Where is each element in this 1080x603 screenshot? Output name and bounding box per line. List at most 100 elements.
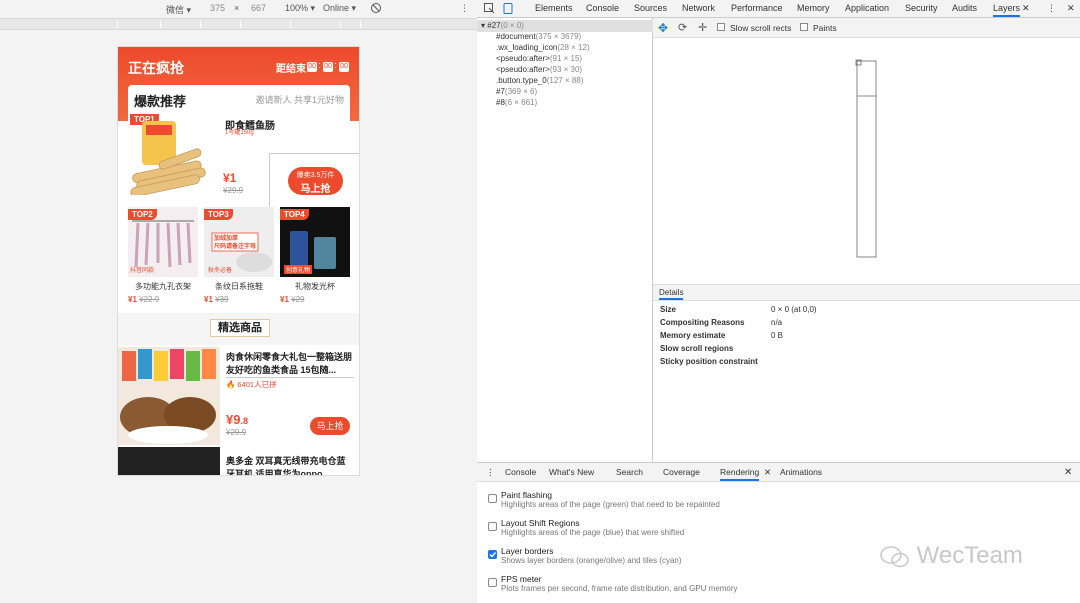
tree-node-size: (375 × 3679): [535, 32, 582, 41]
devtools-menu-icon[interactable]: ⋮: [1047, 3, 1056, 14]
tab-audits[interactable]: Audits: [952, 3, 977, 13]
option-description: Highlights areas of the page (green) tha…: [501, 500, 720, 509]
countdown-colon: :: [318, 60, 321, 70]
top2-badge: 抖音同款: [130, 268, 155, 274]
drawer-tab-whats-new[interactable]: What's New: [549, 467, 594, 477]
item-title[interactable]: 奥多金 双耳真无线带充电仓蓝牙耳机 适用真华为oppo...: [226, 455, 354, 475]
phone-screen: 正在疯抢 距结束 00 : 00 : 00 爆款推荐 邀请新人 共享1元好物 T…: [117, 46, 360, 476]
detail-key: Size: [660, 305, 677, 314]
tree-node-name: ▾ #27: [481, 21, 501, 30]
top2-old-price: ¥22.9: [139, 295, 160, 304]
tree-node[interactable]: ▾ #27(0 × 0): [481, 21, 524, 30]
detail-value: 0 × 0 (at 0,0): [771, 305, 817, 314]
drawer-close-icon[interactable]: ✕: [1064, 467, 1072, 478]
tab-memory[interactable]: Memory: [797, 3, 830, 13]
drawer-tab-coverage[interactable]: Coverage: [663, 467, 700, 477]
close-icon[interactable]: ✕: [1022, 3, 1030, 14]
layers-toolbar: ✥ ⟳ ✛ Slow scroll rects Paints: [653, 18, 1080, 38]
layer-border-line: [226, 377, 354, 378]
top1-grab-button[interactable]: 爆卖3.5万件 马上抢: [288, 167, 343, 195]
tree-node[interactable]: #7(369 × 6): [496, 87, 537, 96]
countdown-hours: 00: [307, 62, 317, 72]
layer-borders-checkbox[interactable]: [488, 550, 497, 559]
fps-meter-checkbox[interactable]: [488, 578, 497, 587]
detail-value: 0 B: [771, 331, 784, 340]
snack-pack-image[interactable]: [118, 347, 220, 445]
dimension-separator: ×: [234, 3, 240, 13]
tab-security[interactable]: Security: [905, 3, 938, 13]
group-buy-count: 🔥 6401人已拼: [226, 380, 277, 389]
top4-tag: TOP4: [280, 209, 309, 220]
tab-console[interactable]: Console: [586, 3, 619, 13]
drawer-tab-animations[interactable]: Animations: [780, 467, 822, 477]
earbuds-image[interactable]: [118, 447, 220, 475]
item-grab-button[interactable]: 马上抢: [310, 417, 350, 435]
watermark: WecTeam: [880, 542, 1023, 570]
drawer-menu-icon[interactable]: ⋮: [486, 467, 495, 478]
tree-node[interactable]: #8(6 × 661): [496, 98, 537, 107]
tree-node-name: .button.type_0: [496, 76, 547, 85]
media-query-ruler[interactable]: [0, 18, 477, 30]
detail-key: Memory estimate: [660, 331, 726, 340]
device-select[interactable]: 微信 ▾: [166, 3, 191, 16]
top2-price-row: ¥1 ¥22.9: [128, 295, 159, 304]
paints-label: Paints: [813, 23, 837, 33]
reset-transform-icon[interactable]: ✛: [698, 21, 707, 34]
paints-checkbox[interactable]: [800, 23, 808, 31]
close-icon[interactable]: ✕: [764, 467, 771, 478]
drawer-tab-search[interactable]: Search: [616, 467, 643, 477]
tab-elements[interactable]: Elements: [535, 3, 573, 13]
top3-name[interactable]: 条纹日系拖鞋: [201, 281, 277, 292]
device-height-input[interactable]: 667: [251, 3, 266, 13]
top1-price: ¥1: [223, 171, 237, 185]
tree-node-name: .wx_loading_icon: [496, 43, 558, 52]
tab-details[interactable]: Details: [659, 288, 684, 300]
top2-tag: TOP2: [128, 209, 157, 220]
sausage-image[interactable]: [128, 117, 210, 197]
top2-name[interactable]: 多功能九孔衣架: [125, 281, 201, 292]
devtools-close-icon[interactable]: ✕: [1067, 3, 1075, 14]
tab-performance[interactable]: Performance: [731, 3, 783, 13]
device-toolbar: 微信 ▾ 375 × 667 100% ▾ Online ▾ ⋮: [0, 0, 477, 18]
countdown-seconds: 00: [339, 62, 349, 72]
device-width-input[interactable]: 375: [210, 3, 225, 13]
tree-node[interactable]: <pseudo:after>(91 × 15): [496, 54, 582, 63]
tab-sources[interactable]: Sources: [634, 3, 667, 13]
item-price-row: ¥9.8: [226, 412, 248, 427]
layout-shift-checkbox[interactable]: [488, 522, 497, 531]
paint-flashing-checkbox[interactable]: [488, 494, 497, 503]
slow-scroll-checkbox[interactable]: [717, 23, 725, 31]
top4-name[interactable]: 礼物发光杯: [277, 281, 353, 292]
tree-node-size: (0 × 0): [500, 21, 524, 30]
tab-layers[interactable]: Layers: [993, 3, 1021, 17]
network-throttle-select[interactable]: Online ▾: [323, 3, 356, 14]
tree-node[interactable]: #document(375 × 3679): [496, 32, 581, 41]
device-toggle-icon[interactable]: [503, 3, 513, 16]
top4-price: ¥1: [280, 295, 289, 304]
inspect-icon[interactable]: [484, 3, 495, 16]
tree-node[interactable]: .wx_loading_icon(28 × 12): [496, 43, 590, 52]
rotate-mode-icon[interactable]: ⟳: [678, 21, 687, 34]
tree-node-size: (127 × 88): [546, 76, 584, 85]
tree-node-name: #8: [496, 98, 505, 107]
tab-network[interactable]: Network: [682, 3, 715, 13]
drawer-tab-console[interactable]: Console: [505, 467, 536, 477]
device-more-icon[interactable]: ⋮: [460, 3, 469, 14]
invite-link[interactable]: 邀请新人 共享1元好物: [255, 93, 344, 106]
drawer-tab-bar: ⋮ Console What's New Search Coverage Ren…: [477, 462, 1080, 482]
tree-node-size: (93 × 30): [549, 65, 583, 74]
tab-application[interactable]: Application: [845, 3, 889, 13]
top4-price-row: ¥1 ¥29: [280, 295, 305, 304]
countdown-label: 距结束: [276, 64, 306, 75]
layers-3d-view[interactable]: [653, 38, 1080, 284]
layer-outline: [855, 59, 877, 258]
tree-node[interactable]: <pseudo:after>(93 × 30): [496, 65, 582, 74]
tree-node[interactable]: .button.type_0(127 × 88): [496, 76, 583, 85]
watermark-text: WecTeam: [916, 542, 1023, 569]
top2-price: ¥1: [128, 295, 137, 304]
drawer-tab-rendering[interactable]: Rendering: [720, 467, 760, 481]
pan-mode-icon[interactable]: ✥: [658, 21, 668, 35]
zoom-select[interactable]: 100% ▾: [285, 3, 315, 14]
item-title[interactable]: 肉食休闲零食大礼包一整箱送朋友好吃的鱼类食品 15包随...: [226, 351, 354, 377]
rotate-icon[interactable]: [370, 2, 382, 16]
